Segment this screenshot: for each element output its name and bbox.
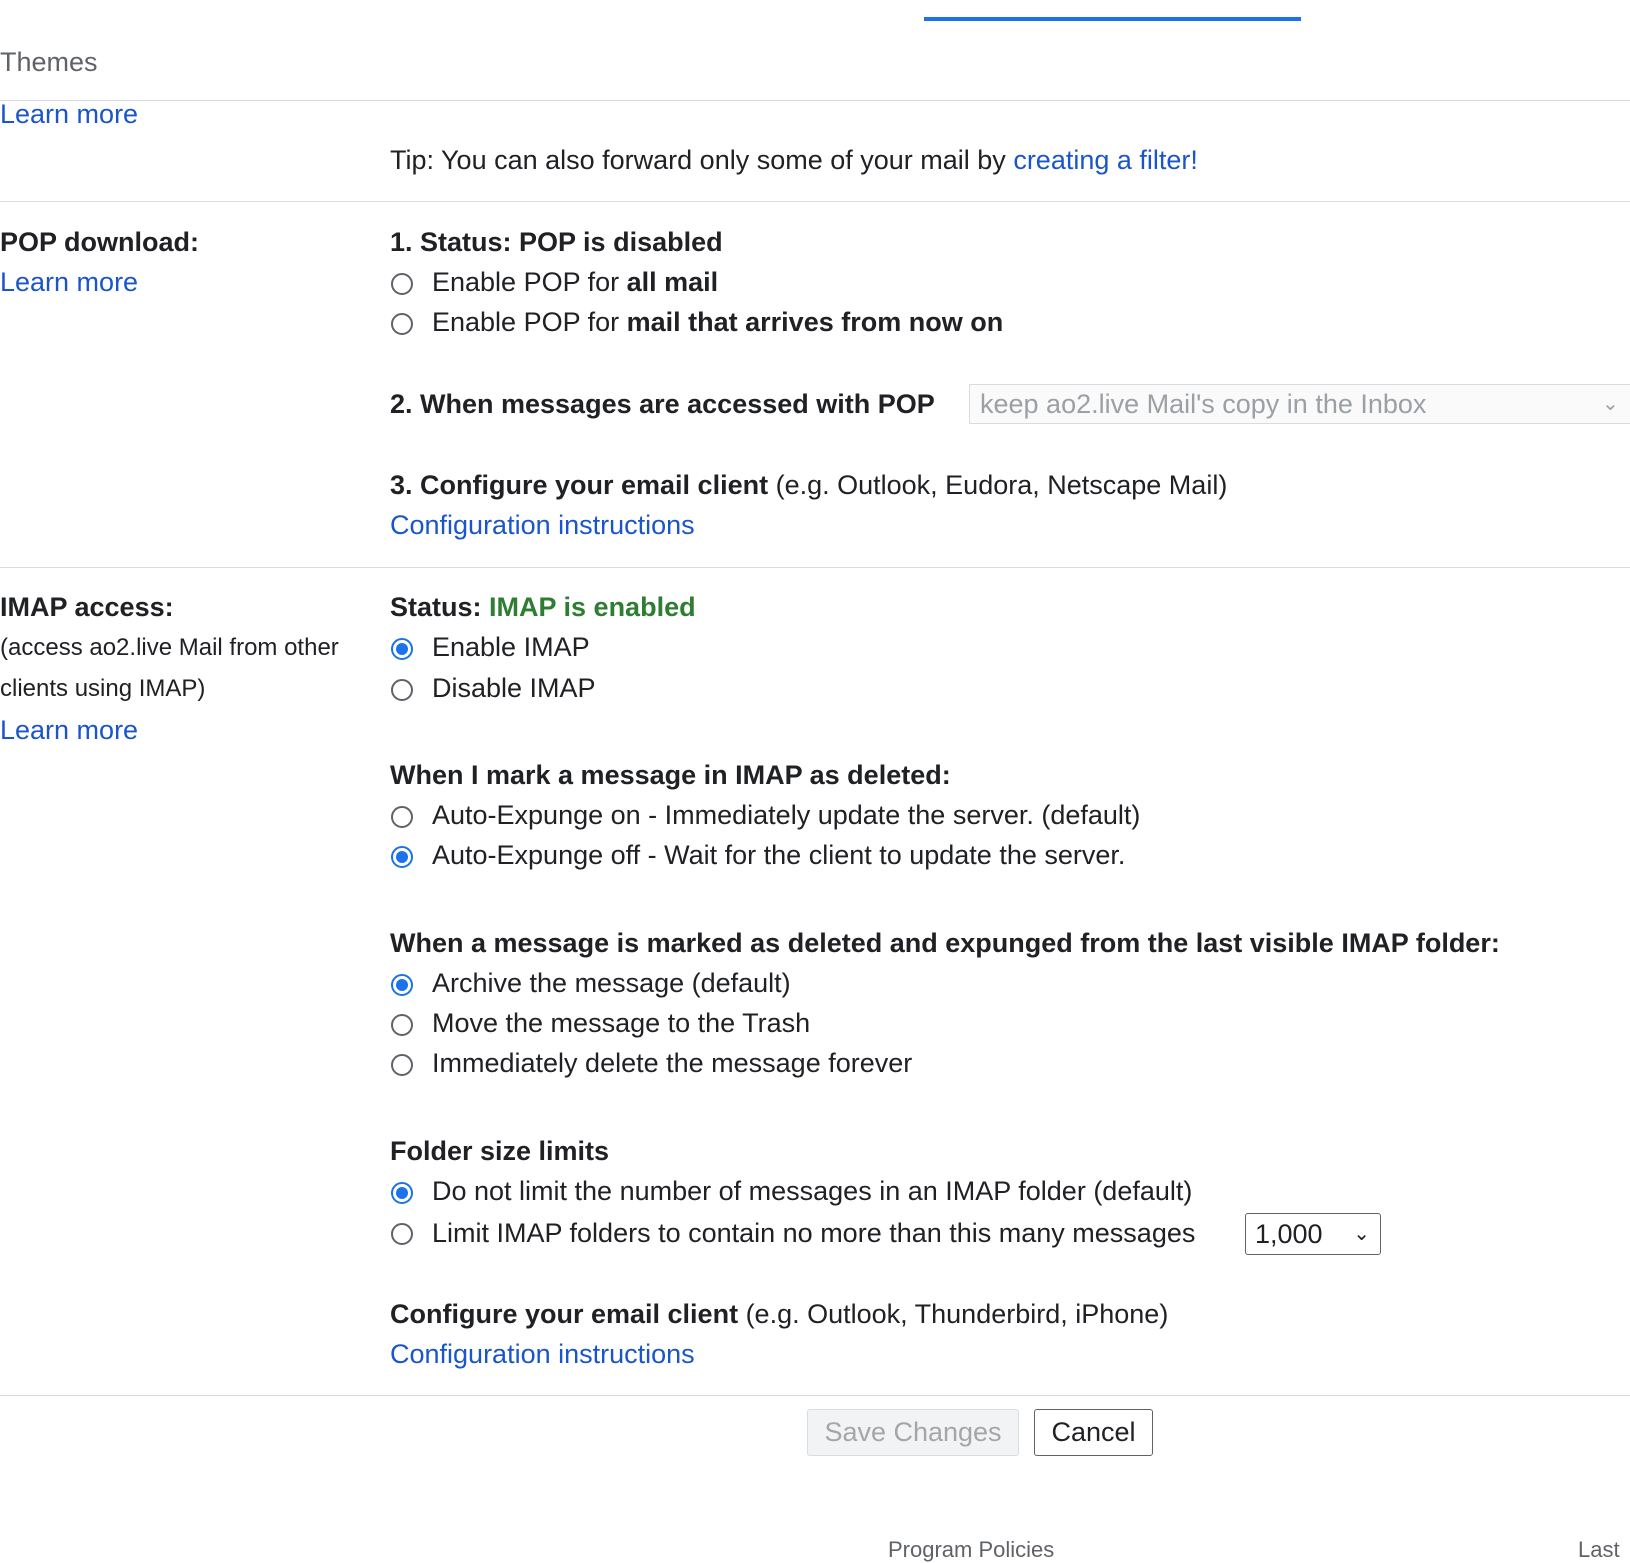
divider (0, 1395, 1630, 1396)
imap-learn-more-link[interactable]: Learn more (0, 713, 138, 747)
folder-size-heading: Folder size limits (390, 1136, 610, 1166)
save-changes-button[interactable]: Save Changes (807, 1409, 1019, 1456)
limit-folders-radio[interactable] (391, 1223, 413, 1245)
pop-all-mail-prefix: Enable POP for (432, 267, 627, 297)
delete-forever-radio[interactable] (391, 1054, 413, 1076)
imap-configure-client: Configure your email client (e.g. Outloo… (390, 1297, 1168, 1331)
auto-expunge-on-radio[interactable] (391, 806, 413, 828)
imap-status-prefix: Status: (390, 592, 490, 622)
divider (0, 201, 1630, 202)
forwarding-tip: Tip: You can also forward only some of y… (390, 143, 1198, 177)
no-limit-label[interactable]: Do not limit the number of messages in a… (432, 1174, 1192, 1208)
pop-all-mail-option[interactable]: Enable POP for all mail (432, 265, 718, 299)
imap-access-label: IMAP access: (0, 592, 174, 622)
move-to-trash-label[interactable]: Move the message to the Trash (432, 1006, 810, 1040)
imap-deleted-heading: When I mark a message in IMAP as deleted… (390, 760, 951, 790)
move-to-trash-radio[interactable] (391, 1014, 413, 1036)
imap-expunged-heading: When a message is marked as deleted and … (390, 928, 1500, 958)
tip-text: Tip: You can also forward only some of y… (390, 145, 1014, 175)
limit-folders-label[interactable]: Limit IMAP folders to contain no more th… (432, 1216, 1195, 1250)
learn-more-link[interactable]: Learn more (0, 97, 138, 131)
enable-imap-label[interactable]: Enable IMAP (432, 630, 590, 664)
imap-status-value: IMAP is enabled (489, 592, 696, 622)
create-filter-link[interactable]: creating a filter! (1013, 145, 1198, 175)
pop-configure-rest: (e.g. Outlook, Eudora, Netscape Mail) (768, 470, 1228, 500)
pop-from-now-bold: mail that arrives from now on (626, 307, 1004, 337)
pop-configuration-instructions-link[interactable]: Configuration instructions (390, 508, 695, 542)
imap-desc-line1: (access ao2.live Mail from other (0, 634, 339, 661)
pop-all-mail-bold: all mail (626, 267, 719, 297)
last-activity-text: Last (1578, 1537, 1620, 1562)
auto-expunge-on-label[interactable]: Auto-Expunge on - Immediately update the… (432, 798, 1140, 832)
pop-all-mail-radio[interactable] (391, 273, 413, 295)
pop-download-label: POP download: (0, 227, 200, 257)
chevron-down-icon: ⌄ (1602, 393, 1619, 415)
active-tab-indicator (924, 17, 1301, 21)
pop-learn-more-link[interactable]: Learn more (0, 265, 138, 299)
imap-configure-rest: (e.g. Outlook, Thunderbird, iPhone) (738, 1299, 1169, 1329)
program-policies-link[interactable]: Program Policies (888, 1537, 1054, 1563)
imap-configuration-instructions-link[interactable]: Configuration instructions (390, 1337, 695, 1371)
auto-expunge-off-label[interactable]: Auto-Expunge off - Wait for the client t… (432, 838, 1125, 872)
pop-from-now-radio[interactable] (391, 313, 413, 335)
tab-themes[interactable]: Themes (0, 45, 98, 79)
pop-accessed-label: 2. When messages are accessed with POP (390, 389, 935, 419)
pop-status: 1. Status: POP is disabled (390, 227, 723, 257)
enable-imap-radio[interactable] (391, 638, 413, 660)
disable-imap-label[interactable]: Disable IMAP (432, 671, 596, 705)
imap-status: Status: IMAP is enabled (390, 590, 696, 624)
pop-from-now-option[interactable]: Enable POP for mail that arrives from no… (432, 305, 1003, 339)
imap-configure-bold: Configure your email client (390, 1299, 739, 1329)
pop-configure-client: 3. Configure your email client (e.g. Out… (390, 468, 1227, 502)
pop-from-now-prefix: Enable POP for (432, 307, 627, 337)
chevron-down-icon: ⌄ (1353, 1223, 1370, 1245)
archive-message-label[interactable]: Archive the message (default) (432, 966, 791, 1000)
message-limit-value: 1,000 (1255, 1219, 1323, 1249)
no-limit-radio[interactable] (391, 1182, 413, 1204)
cancel-button[interactable]: Cancel (1034, 1409, 1153, 1456)
pop-action-select[interactable]: keep ao2.live Mail's copy in the Inbox ⌄ (969, 384, 1630, 424)
delete-forever-label[interactable]: Immediately delete the message forever (432, 1046, 912, 1080)
imap-desc-line2: clients using IMAP) (0, 675, 206, 702)
archive-message-radio[interactable] (391, 974, 413, 996)
divider (0, 100, 1630, 101)
divider (0, 567, 1630, 568)
message-limit-select[interactable]: 1,000 ⌄ (1245, 1213, 1381, 1255)
auto-expunge-off-radio[interactable] (391, 846, 413, 868)
disable-imap-radio[interactable] (391, 679, 413, 701)
pop-action-value: keep ao2.live Mail's copy in the Inbox (980, 389, 1427, 419)
pop-configure-bold: 3. Configure your email client (390, 470, 769, 500)
